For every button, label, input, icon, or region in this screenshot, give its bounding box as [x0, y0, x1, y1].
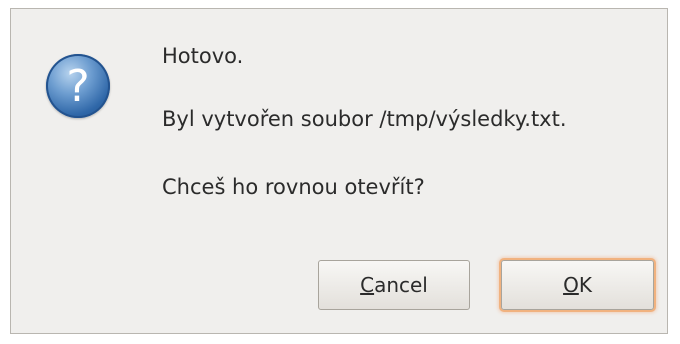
cancel-mnemonic: C	[360, 273, 375, 297]
dialog-question: Chceš ho rovnou otevřít?	[162, 175, 425, 199]
message-dialog: ? Hotovo. Byl vytvořen soubor /tmp/výsle…	[10, 8, 668, 334]
dialog-heading: Hotovo.	[162, 44, 244, 68]
cancel-label: ancel	[374, 273, 428, 297]
dialog-message: Byl vytvořen soubor /tmp/výsledky.txt.	[162, 107, 567, 131]
svg-text:?: ?	[66, 61, 89, 112]
ok-mnemonic: O	[563, 273, 579, 297]
question-icon: ?	[46, 54, 110, 118]
ok-label: K	[578, 273, 592, 297]
ok-button[interactable]: OK	[501, 260, 654, 310]
cancel-button[interactable]: Cancel	[318, 260, 470, 310]
